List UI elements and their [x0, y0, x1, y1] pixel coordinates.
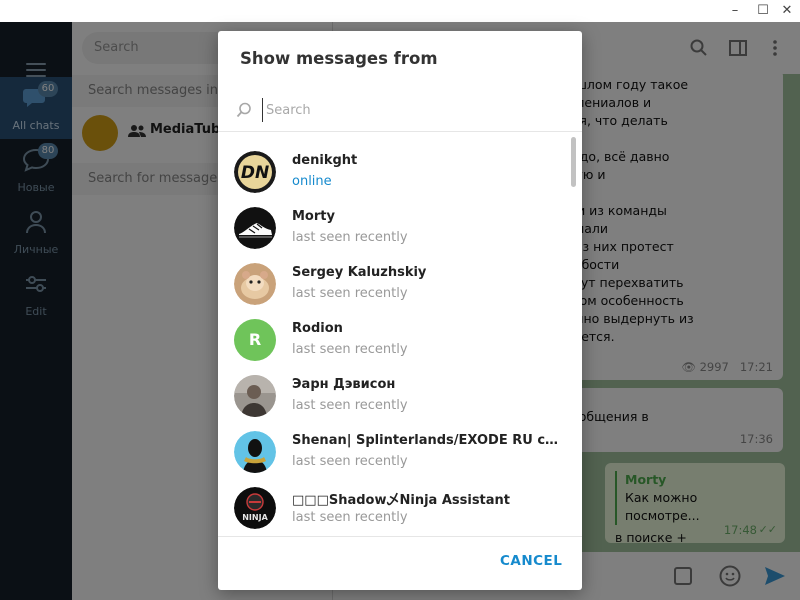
svg-text:NINJA: NINJA	[242, 513, 268, 522]
dn-logo-avatar-icon: DN	[234, 151, 276, 193]
search-icon	[236, 102, 251, 118]
member-name: Sergey Kaluzhskiy	[292, 265, 427, 280]
member-row[interactable]: Morty last seen recently	[218, 201, 574, 257]
member-row[interactable]: R Rodion last seen recently	[218, 313, 574, 369]
member-row[interactable]: DN denikght online	[218, 145, 574, 201]
ninja-avatar-icon: NINJA	[234, 487, 276, 529]
member-name: Shenan| Splinterlands/EXODE RU commu...	[292, 433, 564, 448]
member-status: last seen recently	[292, 342, 408, 357]
member-status: last seen recently	[292, 454, 408, 469]
member-list: DN denikght online Morty last seen recen…	[218, 132, 582, 536]
member-row[interactable]: Эарн Дэвисон last seen recently	[218, 369, 574, 425]
member-status: last seen recently	[292, 510, 408, 525]
letter-avatar: R	[234, 319, 276, 361]
member-search-input[interactable]	[262, 98, 568, 122]
member-name: □□□Shadow乄Ninja Assistant	[292, 493, 511, 508]
show-messages-from-dialog: Show messages from DN denikght online Mo…	[218, 31, 582, 590]
member-name: Morty	[292, 209, 335, 224]
member-row[interactable]: NINJA □□□Shadow乄Ninja Assistant last see…	[218, 481, 574, 536]
person-photo-avatar-icon	[234, 375, 276, 417]
member-status: last seen recently	[292, 286, 408, 301]
divider	[218, 536, 582, 537]
hamster-avatar-icon	[234, 263, 276, 305]
member-row[interactable]: Sergey Kaluzhskiy last seen recently	[218, 257, 574, 313]
member-status: online	[292, 174, 332, 189]
minimize-button[interactable]: –	[722, 0, 748, 22]
cancel-button[interactable]: CANCEL	[500, 553, 562, 569]
member-name: Эарн Дэвисон	[292, 377, 396, 392]
member-name: Rodion	[292, 321, 343, 336]
sneaker-avatar-icon	[234, 207, 276, 249]
member-status: last seen recently	[292, 398, 408, 413]
member-status: last seen recently	[292, 230, 408, 245]
maximize-button[interactable]: ☐	[750, 0, 776, 22]
svg-text:DN: DN	[241, 163, 269, 183]
close-window-button[interactable]: ✕	[774, 0, 800, 22]
dialog-title: Show messages from	[240, 49, 438, 68]
warrior-avatar-icon	[234, 431, 276, 473]
scrollbar-thumb[interactable]	[571, 137, 576, 187]
member-name: denikght	[292, 153, 358, 168]
window-titlebar: – ☐ ✕	[0, 0, 800, 22]
member-row[interactable]: Shenan| Splinterlands/EXODE RU commu... …	[218, 425, 574, 481]
